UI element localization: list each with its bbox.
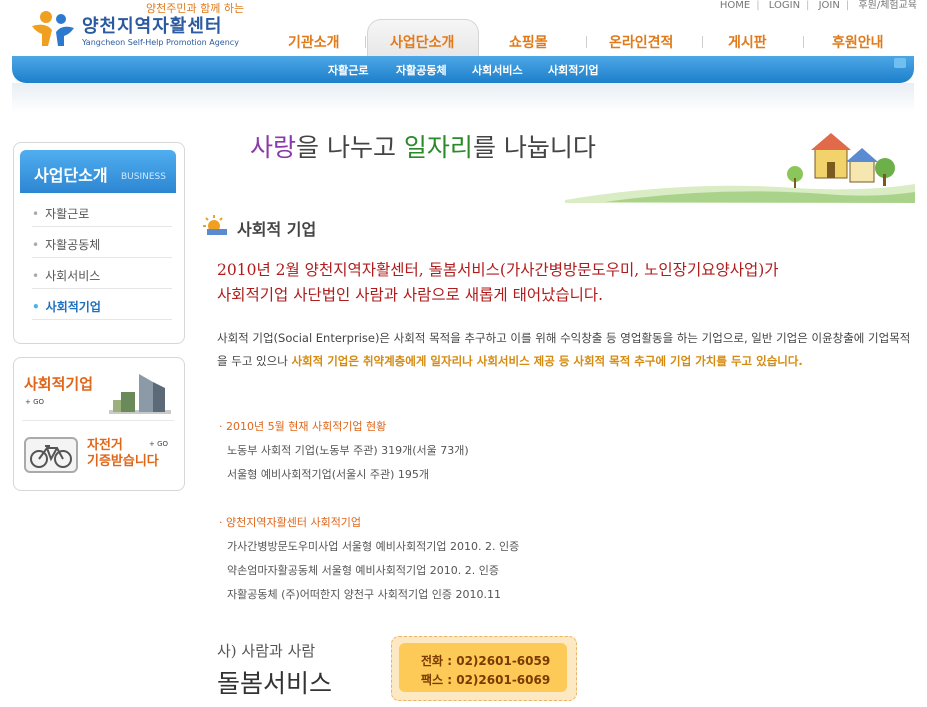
nav-sponsor[interactable]: 후원안내 bbox=[832, 32, 884, 52]
nav-shop[interactable]: 쇼핑몰 bbox=[509, 32, 548, 52]
banner-slogan: 사랑을 나누고 일자리를 나눕니다 bbox=[250, 133, 596, 162]
logo-name: 양천지역자활센터 bbox=[82, 16, 223, 37]
care-org-name: 사) 사람과 사람 bbox=[217, 642, 316, 660]
subnav-self-work[interactable]: 자활근로 bbox=[328, 62, 368, 78]
site-logo[interactable]: 양천주민과 함께 하는 양천지역자활센터 Yangcheon Self-Help… bbox=[28, 0, 244, 52]
util-home-link[interactable]: HOME bbox=[720, 0, 750, 11]
util-support-link[interactable]: 후원/체험교육 bbox=[858, 0, 917, 11]
sidebar-item-self-work[interactable]: • 자활근로 bbox=[32, 205, 172, 222]
section-status-line: 서울형 예비사회적기업(서울시 주관) 195개 bbox=[227, 468, 429, 481]
sidebar-item-social-service[interactable]: • 사회서비스 bbox=[32, 267, 172, 284]
utility-links: HOME | LOGIN | JOIN | 후원/체험교육 bbox=[719, 0, 917, 11]
sidebar-menu: 사업단소개 BUSINESS • 자활근로 • 자활공동체 • 사회서비스 • 사회적기… bbox=[13, 142, 185, 344]
subnav-social-enterprise[interactable]: 사회적기업 bbox=[548, 62, 599, 78]
sub-nav-bar: 자활근로 자활공동체 사회서비스 사회적기업 bbox=[12, 56, 914, 83]
section-center-line: 가사간병방문도우미사업 서울형 예비사회적기업 2010. 2. 인증 bbox=[227, 540, 520, 553]
people-logo-icon bbox=[32, 11, 74, 46]
social-enterprise-link[interactable]: 사회적기업 bbox=[24, 373, 93, 394]
go-label-2: + GO bbox=[149, 440, 169, 448]
nav-board[interactable]: 게시판 bbox=[728, 32, 767, 52]
contact-box: 전화 : 02)2601-6059 팩스 : 02)2601-6069 bbox=[391, 636, 577, 701]
contact-fax: 팩스 : 02)2601-6069 bbox=[421, 673, 551, 687]
nav-business[interactable]: 사업단소개 bbox=[390, 32, 454, 52]
util-login-link[interactable]: LOGIN bbox=[769, 0, 800, 11]
go-label: + GO bbox=[25, 398, 45, 406]
intro-highlight: 사회적 기업은 취약계층에게 일자리나 사회서비스 제공 등 사회적 목적 추구… bbox=[291, 354, 803, 368]
bicycle-icon bbox=[24, 437, 78, 473]
section-status-heading: · 2010년 5월 현재 사회적기업 현황 bbox=[219, 420, 387, 433]
sidebar-header: 사업단소개 BUSINESS bbox=[20, 150, 176, 193]
sidebar-item-community[interactable]: • 자활공동체 bbox=[32, 236, 172, 253]
header-shadow bbox=[12, 83, 914, 113]
village-illustration bbox=[565, 133, 915, 203]
building-illustration bbox=[109, 374, 171, 414]
subnav-social-service[interactable]: 사회서비스 bbox=[472, 62, 523, 78]
main-nav: 기관소개 사업단소개 쇼핑몰 온라인견적 게시판 후원안내 bbox=[250, 16, 920, 58]
section-center-line: 자활공동체 (주)어떠한지 양천구 사회적기업 인증 2010.11 bbox=[227, 588, 501, 601]
intro-paragraph: 사회적 기업(Social Enterprise)은 사회적 목적을 추구하고 … bbox=[217, 331, 911, 368]
nav-online-quote[interactable]: 온라인견적 bbox=[609, 32, 673, 52]
util-join-link[interactable]: JOIN bbox=[819, 0, 840, 11]
section-center-line: 약손엄마자활공동체 서울형 예비사회적기업 2010. 2. 인증 bbox=[227, 564, 499, 577]
subnav-community[interactable]: 자활공동체 bbox=[396, 62, 447, 78]
banner: 사랑을 나누고 일자리를 나눕니다 bbox=[185, 110, 915, 205]
sidebar-item-social-enterprise[interactable]: • 사회적기업 bbox=[32, 298, 172, 315]
nav-about[interactable]: 기관소개 bbox=[288, 32, 340, 52]
sidebar-title-en: BUSINESS bbox=[121, 172, 166, 182]
sidebar-title: 사업단소개 bbox=[34, 166, 108, 185]
section-status-line: 노동부 사회적 기업(노동부 주관) 319개(서울 73개) bbox=[227, 444, 469, 457]
subbar-decoration bbox=[894, 58, 906, 68]
contact-phone: 전화 : 02)2601-6059 bbox=[421, 654, 551, 668]
headline: 2010년 2월 양천지역자활센터, 돌봄서비스(가사간병방문도우미, 노인장기… bbox=[217, 261, 779, 304]
sun-icon bbox=[203, 215, 227, 235]
page-title: 사회적 기업 bbox=[237, 220, 317, 239]
bike-donation-link[interactable]: 자전거 기증받습니다 bbox=[87, 438, 159, 470]
promo-box: 사회적기업 + GO 자전거 기증받습니다 + GO bbox=[13, 357, 185, 491]
logo-english: Yangcheon Self-Help Promotion Agency bbox=[82, 38, 239, 47]
care-service-title: 돌봄서비스 bbox=[217, 669, 333, 698]
section-center-heading: · 양천지역자활센터 사회적기업 bbox=[219, 516, 362, 529]
